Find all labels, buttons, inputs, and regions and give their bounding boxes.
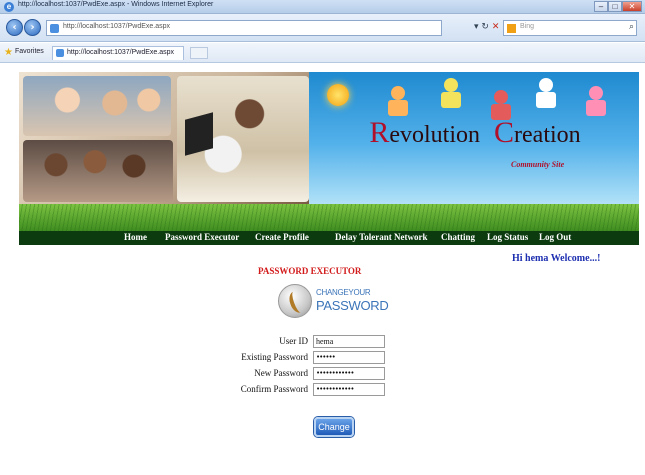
internet-explorer-icon: e — [4, 2, 14, 12]
refresh-icon[interactable]: ↻ — [481, 22, 489, 32]
new-password-label: New Password — [254, 368, 308, 378]
window-title: http://localhost:1037/PwdExe.aspx - Wind… — [18, 1, 214, 8]
page-icon — [56, 49, 64, 57]
existing-password-label: Existing Password — [241, 352, 308, 362]
page-title: PASSWORD EXECUTOR — [258, 266, 362, 276]
stop-icon[interactable]: ✕ — [492, 22, 500, 32]
web-page: Revolution Creation Community Site Home P… — [12, 64, 645, 475]
jumping-person-icon — [586, 86, 606, 116]
navigation-bar: ‹ › http://localhost:1037/PwdExe.aspx ▾ … — [0, 14, 645, 42]
search-icon[interactable]: ⌕ — [629, 22, 634, 32]
site-tagline: Community Site — [511, 160, 565, 169]
menu-item-password-executor[interactable]: Password Executor — [165, 232, 239, 242]
dropdown-icon[interactable]: ▾ — [474, 22, 479, 32]
favorites-bar: ★ Favorites http://localhost:1037/PwdExe… — [0, 43, 645, 63]
menu-item-home[interactable]: Home — [124, 232, 147, 242]
photo-group-friends — [23, 76, 171, 136]
site-logo: Revolution Creation — [369, 116, 581, 149]
banner-photo-collage — [19, 72, 309, 204]
menu-item-delay-tolerant-network[interactable]: Delay Tolerant Network — [335, 232, 428, 242]
address-tools: ▾ ↻ ✕ — [474, 22, 499, 32]
search-placeholder: Bing — [520, 23, 535, 30]
change-button[interactable]: Change — [314, 417, 354, 437]
photo-laptop-user — [177, 76, 309, 202]
forward-icon[interactable]: › — [24, 19, 41, 36]
menu-item-chatting[interactable]: Chatting — [441, 232, 475, 242]
confirm-password-label: Confirm Password — [240, 384, 308, 394]
new-tab-button[interactable] — [190, 47, 208, 59]
page-icon — [50, 24, 59, 33]
site-menu: Home Password Executor Create Profile De… — [19, 231, 639, 245]
jumping-person-icon — [388, 86, 408, 116]
site-banner: Revolution Creation Community Site — [19, 72, 639, 232]
jumping-person-icon — [441, 78, 461, 108]
search-box[interactable]: Bing ⌕ — [503, 20, 637, 36]
change-password-logo: CHANGEYOUR PASSWORD — [278, 282, 389, 324]
window-titlebar: e http://localhost:1037/PwdExe.aspx - Wi… — [0, 0, 645, 14]
menu-item-create-profile[interactable]: Create Profile — [255, 232, 309, 242]
favorites-star-icon[interactable]: ★ — [4, 47, 13, 58]
user-id-label: User ID — [279, 336, 308, 346]
sun-icon — [327, 84, 349, 106]
close-icon[interactable]: ✕ — [622, 1, 642, 12]
jumping-person-icon — [536, 78, 556, 108]
jumping-person-icon — [491, 90, 511, 120]
minimize-icon[interactable]: – — [594, 1, 608, 12]
key-icon — [278, 284, 312, 318]
user-id-field[interactable]: hema — [313, 335, 385, 348]
photo-group-computer — [23, 140, 173, 202]
address-url: http://localhost:1037/PwdExe.aspx — [63, 23, 171, 30]
existing-password-field[interactable]: •••••• — [313, 351, 385, 364]
browser-tab[interactable]: http://localhost:1037/PwdExe.aspx — [52, 46, 184, 60]
welcome-message: Hi hema Welcome...! — [512, 253, 601, 264]
back-icon[interactable]: ‹ — [6, 19, 23, 36]
bing-icon — [507, 24, 516, 33]
address-bar[interactable]: http://localhost:1037/PwdExe.aspx — [46, 20, 442, 36]
menu-item-log-out[interactable]: Log Out — [539, 232, 571, 242]
grass-strip — [19, 204, 639, 232]
favorites-button[interactable]: Favorites — [15, 48, 44, 55]
menu-item-log-status[interactable]: Log Status — [487, 232, 528, 242]
new-password-field[interactable]: •••••••••••• — [313, 367, 385, 380]
confirm-password-field[interactable]: •••••••••••• — [313, 383, 385, 396]
maximize-icon[interactable]: □ — [608, 1, 622, 12]
tab-title: http://localhost:1037/PwdExe.aspx — [67, 49, 175, 56]
